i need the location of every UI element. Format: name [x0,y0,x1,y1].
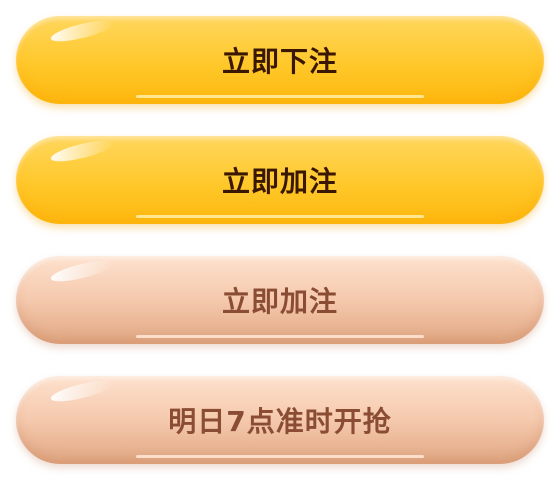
bevel-line [136,455,424,458]
add-bet-disabled-button[interactable]: 立即加注 [16,256,544,344]
bevel-line [136,335,424,338]
bevel-line [136,215,424,218]
gloss-highlight [49,376,115,406]
opens-tomorrow-label: 明日7点准时开抢 [168,405,392,438]
add-bet-button[interactable]: 立即加注 [16,136,544,224]
opens-tomorrow-button[interactable]: 明日7点准时开抢 [16,376,544,464]
gloss-highlight [49,256,115,286]
gloss-highlight [49,136,115,166]
gloss-highlight [49,16,115,46]
bet-now-label: 立即下注 [221,45,338,78]
add-bet-disabled-label: 立即加注 [221,285,338,318]
bet-now-button[interactable]: 立即下注 [16,16,544,104]
add-bet-label: 立即加注 [221,165,338,198]
bevel-line [136,95,424,98]
